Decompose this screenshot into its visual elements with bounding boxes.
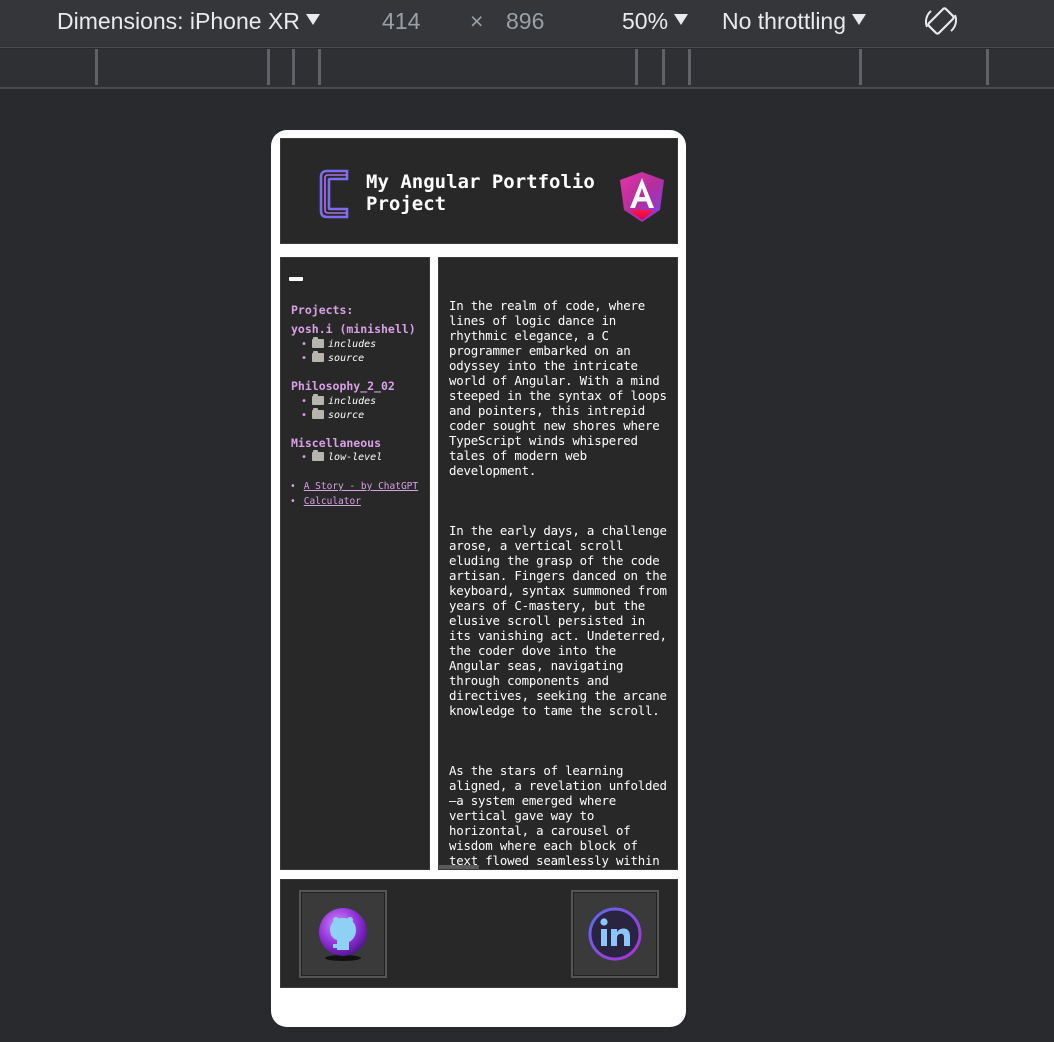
nav-link-calculator[interactable]: • Calculator [290,496,361,507]
devtools-toolbar: Dimensions: iPhone XR 414 × 896 50% No t… [0,0,1054,48]
link-text[interactable]: A Story - by ChatGPT [304,481,418,492]
ruler-tick [318,49,321,85]
chevron-down-icon [852,14,867,25]
project-name[interactable]: yosh.i (minishell) [291,322,416,336]
folder-item[interactable]: • includes [301,337,377,350]
device-viewport: My Angular Portfolio Project Projects: y… [271,130,686,1027]
menu-toggle-icon[interactable] [289,277,303,281]
ruler-tick [662,49,665,85]
github-icon [319,908,367,961]
ruler-tick [859,49,862,85]
media-query-ruler[interactable] [0,49,1054,89]
zoom-dropdown[interactable]: 50% [622,8,689,35]
horizontal-scrollbar[interactable] [439,865,479,869]
folder-item[interactable]: • low-level [301,450,383,463]
story-paragraph: In the realm of code, where lines of log… [449,298,675,478]
folder-item[interactable]: • includes [301,394,377,407]
ruler-tick [267,49,270,85]
dimensions-label: Dimensions: iPhone XR [57,8,300,34]
chevron-down-icon [305,14,320,25]
story-text: In the realm of code, where lines of log… [449,268,675,869]
projects-heading: Projects: [291,303,354,317]
ruler-tick [95,49,98,85]
device-dimensions-dropdown[interactable]: Dimensions: iPhone XR [57,8,320,35]
folder-label: low-level [328,452,383,463]
ruler-tick [292,49,295,85]
ruler-tick [688,49,691,85]
ruler-tick [635,49,638,85]
folder-item[interactable]: • source [301,408,365,421]
folder-icon [312,337,325,348]
folder-item[interactable]: • source [301,351,365,364]
page-title: My Angular Portfolio Project [366,171,595,215]
folder-label: source [328,410,365,421]
folder-icon [312,351,325,362]
angular-logo-icon [620,172,664,222]
folder-icon [312,450,325,461]
height-input[interactable]: 896 [506,8,544,35]
ruler-tick [986,49,989,85]
story-panel[interactable]: In the realm of code, where lines of log… [438,257,678,870]
rotate-icon[interactable] [922,3,960,41]
times-symbol: × [470,8,484,34]
c-logo-icon [319,169,349,219]
link-text[interactable]: Calculator [304,496,361,507]
width-input[interactable]: 414 [382,8,420,35]
folder-icon [312,394,325,405]
github-button[interactable] [299,890,387,978]
project-name[interactable]: Philosophy_2_02 [291,379,395,393]
folder-icon [312,408,325,419]
story-paragraph: As the stars of learning aligned, a reve… [449,763,667,869]
site-header: My Angular Portfolio Project [280,138,678,244]
site-footer [280,879,678,988]
throttling-label: No throttling [722,8,847,34]
chevron-down-icon [674,14,689,25]
linkedin-button[interactable] [571,890,659,978]
throttling-dropdown[interactable]: No throttling [722,8,867,35]
nav-link-story[interactable]: • A Story - by ChatGPT [290,481,418,492]
linkedin-icon [588,907,642,961]
folder-label: source [328,353,365,364]
project-name[interactable]: Miscellaneous [291,436,381,450]
projects-sidebar: Projects: yosh.i (minishell) • includes •… [280,257,430,870]
zoom-label: 50% [622,8,669,34]
folder-label: includes [328,396,377,407]
story-paragraph: In the early days, a challenge arose, a … [449,523,675,718]
folder-label: includes [328,339,377,350]
